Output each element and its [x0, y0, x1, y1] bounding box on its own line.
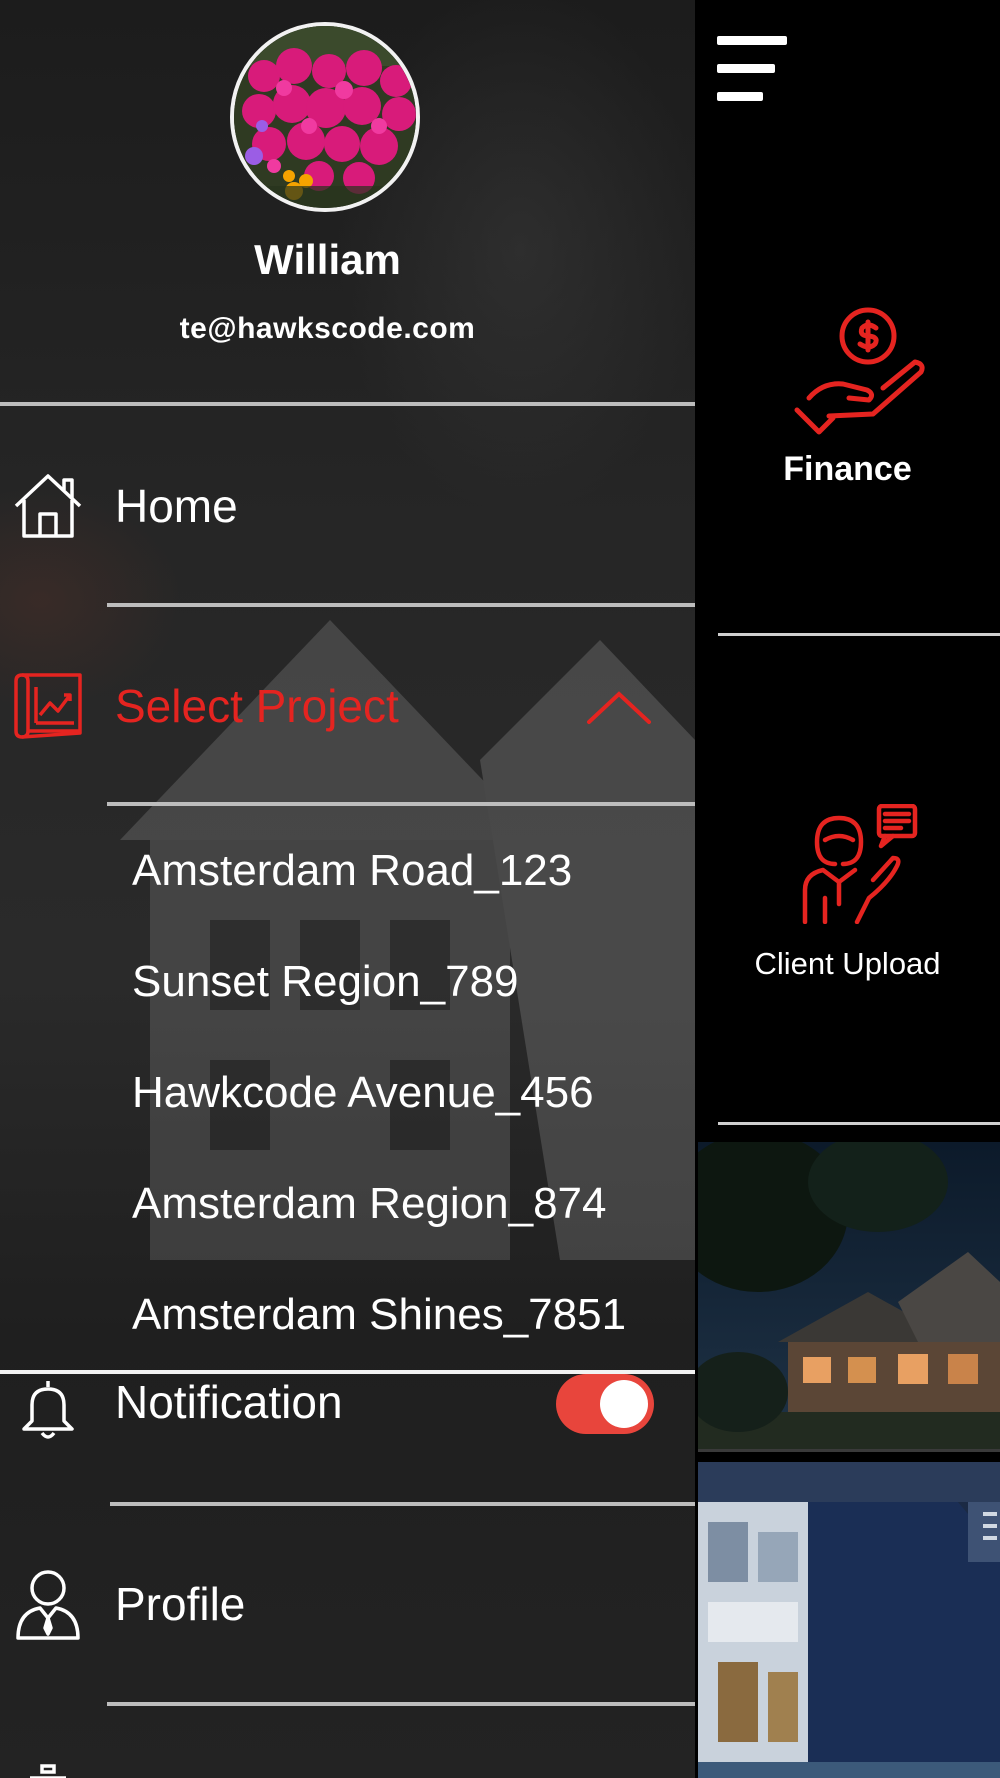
- header-divider: [0, 402, 695, 406]
- tile-divider: [718, 1122, 1000, 1125]
- project-item[interactable]: Amsterdam Region_874: [132, 1179, 606, 1229]
- menu-divider: [107, 802, 695, 806]
- blueprint-chart-icon: [12, 670, 84, 742]
- tile-divider: [718, 633, 1000, 636]
- notification-toggle[interactable]: [556, 1374, 654, 1434]
- menu-label-notification: Notification: [115, 1376, 343, 1428]
- navigation-drawer: William te@hawkscode.com Home Select Pro…: [0, 0, 695, 1778]
- menu-label-home: Home: [115, 480, 238, 532]
- main-panel: Finance Client Upload: [695, 0, 1000, 1778]
- project-item[interactable]: Hawkcode Avenue_456: [132, 1068, 594, 1118]
- menu-divider: [107, 1702, 695, 1706]
- project-thumbnail-image[interactable]: [698, 1142, 1000, 1452]
- hamburger-menu-icon[interactable]: [717, 36, 787, 106]
- menu-label-select-project: Select Project: [115, 680, 399, 732]
- home-icon: [12, 470, 84, 542]
- project-item[interactable]: Amsterdam Road_123: [132, 846, 572, 896]
- tile-label-finance: Finance: [783, 450, 912, 488]
- toggle-knob: [600, 1380, 648, 1428]
- menu-divider: [107, 603, 695, 607]
- profile-icon: [12, 1568, 84, 1640]
- project-item[interactable]: Sunset Region_789: [132, 957, 519, 1007]
- client-upload-tile[interactable]: Client Upload: [695, 800, 1000, 990]
- chevron-up-icon[interactable]: [585, 690, 653, 726]
- hand-dollar-icon: [794, 307, 925, 435]
- finance-tile[interactable]: Finance: [695, 290, 1000, 510]
- avatar-flowers-image: [234, 26, 416, 208]
- tile-label-client-upload: Client Upload: [754, 946, 941, 981]
- project-item[interactable]: Amsterdam Shines_7851: [132, 1290, 626, 1340]
- user-email: te@hawkscode.com: [179, 312, 476, 345]
- bell-icon: [12, 1374, 84, 1446]
- menu-item-profile[interactable]: Profile: [0, 1554, 695, 1654]
- project-thumbnail-image[interactable]: [698, 1462, 1000, 1778]
- menu-label-profile: Profile: [115, 1578, 246, 1630]
- user-name: William: [254, 236, 401, 283]
- settings-icon: [20, 1762, 76, 1778]
- avatar[interactable]: [230, 22, 420, 212]
- menu-item-home[interactable]: Home: [0, 456, 695, 556]
- client-chat-icon: [802, 804, 918, 924]
- menu-divider: [110, 1502, 695, 1506]
